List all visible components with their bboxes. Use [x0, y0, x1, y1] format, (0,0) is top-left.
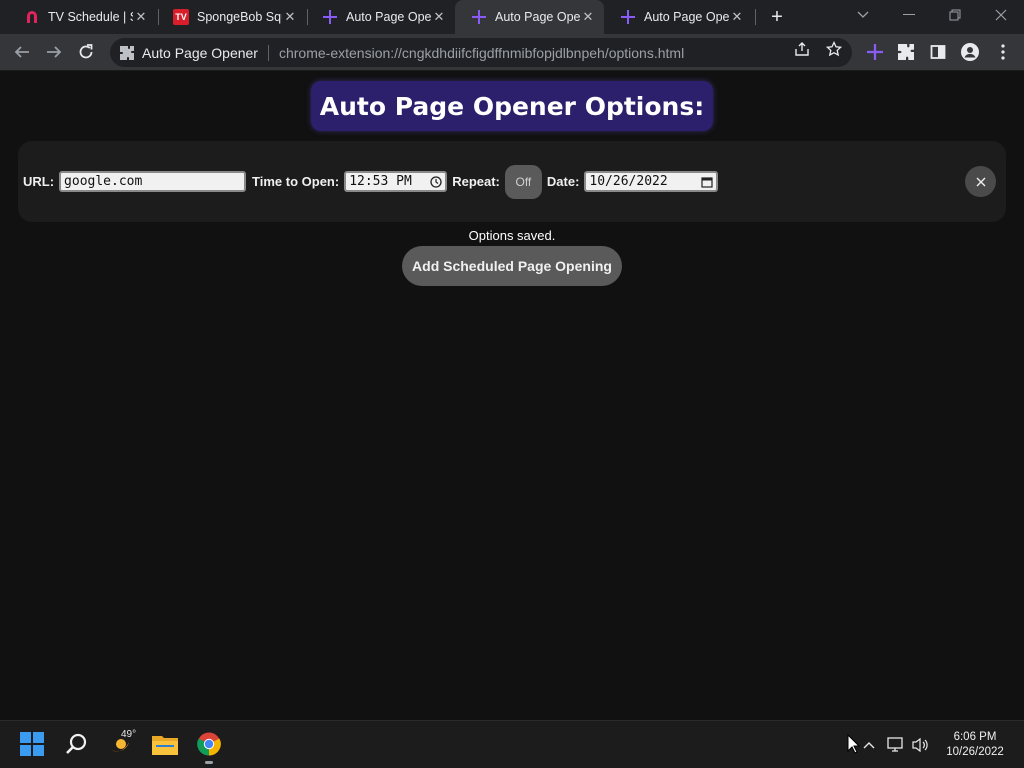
url-text[interactable]: chrome-extension://cngkdhdiifcfigdffnmib…: [279, 45, 684, 61]
minimize-button[interactable]: [886, 0, 932, 30]
back-button[interactable]: [8, 38, 36, 66]
close-icon[interactable]: ✕: [133, 9, 149, 25]
tab-title: Auto Page Open: [644, 10, 729, 24]
close-icon[interactable]: ✕: [431, 9, 447, 25]
date-value: 10/26/2022: [589, 174, 668, 189]
magnet-icon: [24, 9, 40, 25]
tab-title: SpongeBob Squ: [197, 10, 282, 24]
url-label: URL:: [23, 174, 55, 189]
tab-auto-page-opener-3[interactable]: Auto Page Open ✕: [604, 0, 753, 34]
tab-auto-page-opener-1[interactable]: Auto Page Open ✕: [306, 0, 455, 34]
plus-extension-icon: [471, 9, 487, 25]
tab-tv-schedule[interactable]: TV Schedule | Sl ✕: [8, 0, 157, 34]
calendar-icon[interactable]: [701, 176, 714, 188]
bookmark-star-icon[interactable]: [825, 40, 843, 58]
browser-toolbar: Auto Page Opener chrome-extension://cngk…: [0, 34, 1024, 71]
volume-icon[interactable]: [912, 736, 930, 754]
side-panel-icon[interactable]: [928, 42, 948, 62]
tv-guide-icon: TV: [173, 9, 189, 25]
taskbar: 49° 6:06 PM 10/26/2022: [0, 720, 1024, 768]
repeat-toggle-button[interactable]: Off: [504, 164, 542, 199]
extensions-icon[interactable]: [896, 42, 916, 62]
tab-spongebob[interactable]: TV SpongeBob Squ ✕: [157, 0, 306, 34]
url-divider: [267, 44, 269, 61]
status-message: Options saved.: [468, 228, 556, 243]
close-icon[interactable]: ✕: [282, 9, 298, 25]
puzzle-piece-icon: [120, 45, 134, 60]
restore-button[interactable]: [932, 0, 978, 30]
extension-name: Auto Page Opener: [142, 44, 258, 61]
close-window-button[interactable]: [978, 0, 1024, 30]
new-tab-button[interactable]: +: [765, 5, 789, 29]
file-explorer-icon[interactable]: [152, 731, 178, 757]
network-icon[interactable]: [887, 736, 905, 754]
plus-extension-icon: [620, 9, 636, 25]
taskbar-clock[interactable]: 6:06 PM 10/26/2022: [938, 730, 1012, 760]
share-icon[interactable]: [793, 40, 811, 58]
reload-button[interactable]: [72, 38, 100, 66]
clock-icon[interactable]: [430, 175, 442, 188]
close-icon: [976, 177, 985, 186]
options-page: Auto Page Opener Options: URL: google.co…: [0, 71, 1024, 720]
clock-date: 10/26/2022: [946, 746, 1004, 758]
scheduled-entry: URL: google.com Time to Open: 12:53 PM R…: [18, 141, 1006, 222]
tab-strip: TV Schedule | Sl ✕ TV SpongeBob Squ ✕ Au…: [0, 0, 1024, 34]
time-input[interactable]: 12:53 PM: [344, 171, 448, 192]
tab-auto-page-opener-2[interactable]: Auto Page Open ✕: [455, 0, 604, 34]
chevron-up-icon[interactable]: [860, 736, 878, 754]
repeat-label: Repeat:: [452, 174, 500, 189]
date-input[interactable]: 10/26/2022: [584, 171, 719, 192]
tab-title: Auto Page Open: [346, 10, 431, 24]
close-icon[interactable]: ✕: [729, 9, 745, 25]
clock-time: 6:06 PM: [953, 731, 997, 743]
tab-title: TV Schedule | Sl: [48, 10, 133, 24]
chrome-icon[interactable]: [196, 731, 222, 757]
auto-page-opener-extension-icon[interactable]: [865, 42, 885, 62]
page-title: Auto Page Opener Options:: [311, 81, 713, 131]
search-icon[interactable]: [64, 731, 90, 757]
mouse-pointer-icon: [847, 733, 861, 754]
url-input[interactable]: google.com: [59, 171, 247, 192]
chevron-down-icon[interactable]: [840, 0, 886, 30]
time-label: Time to Open:: [252, 174, 340, 189]
time-value: 12:53 PM: [349, 174, 412, 189]
tab-separator: [755, 9, 756, 25]
remove-entry-button[interactable]: [965, 166, 996, 197]
forward-button[interactable]: [40, 38, 68, 66]
address-bar[interactable]: Auto Page Opener chrome-extension://cngk…: [110, 38, 852, 67]
tv-guide-label: TV: [173, 9, 189, 25]
running-indicator: [205, 761, 213, 764]
add-scheduled-page-button[interactable]: Add Scheduled Page Opening: [402, 246, 622, 286]
tab-title: Auto Page Open: [495, 10, 580, 24]
menu-kebab-icon[interactable]: [993, 42, 1013, 62]
date-label: Date:: [546, 174, 580, 189]
profile-avatar-icon[interactable]: [960, 42, 980, 62]
weather-temperature: 49°: [121, 729, 137, 740]
windows-start-icon[interactable]: [19, 731, 45, 757]
close-icon[interactable]: ✕: [580, 9, 596, 25]
plus-extension-icon: [322, 9, 338, 25]
